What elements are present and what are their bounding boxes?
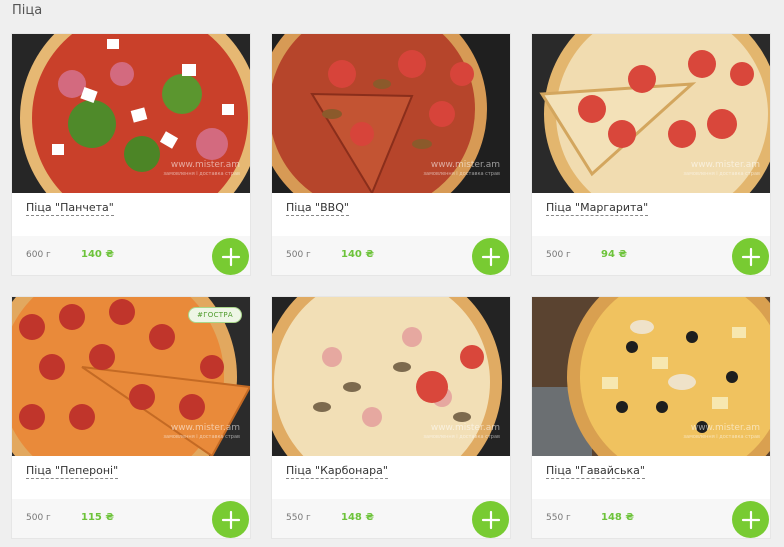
product-card-bbq[interactable]: www.mister.am замовлення і доставка стра… — [272, 34, 510, 275]
product-photo[interactable]: #ГОСТРА www.mister.am замовлення і доста… — [12, 297, 250, 456]
watermark-text: www.mister.am — [170, 423, 240, 433]
product-footer: 500 г 140 ₴ — [272, 236, 510, 275]
product-price: 140 ₴ — [81, 249, 114, 260]
product-weight: 500 г — [286, 250, 311, 260]
watermark: www.mister.am замовлення і доставка стра… — [423, 424, 500, 442]
plus-icon — [221, 247, 240, 266]
product-weight: 600 г — [26, 250, 51, 260]
watermark-text: www.mister.am — [430, 423, 500, 433]
watermark: www.mister.am замовлення і доставка стра… — [423, 161, 500, 179]
product-weight: 500 г — [26, 513, 51, 523]
plus-icon — [741, 510, 760, 529]
product-photo[interactable]: www.mister.am замовлення і доставка стра… — [12, 34, 250, 193]
watermark-subtext: замовлення і доставка страв — [163, 434, 240, 440]
watermark-subtext: замовлення і доставка страв — [683, 434, 760, 440]
product-name-link[interactable]: Піца "Карбонара" — [286, 464, 388, 479]
add-to-cart-button[interactable] — [212, 501, 249, 538]
watermark-subtext: замовлення і доставка страв — [423, 434, 500, 440]
product-photo[interactable]: www.mister.am замовлення і доставка стра… — [532, 34, 770, 193]
product-price: 140 ₴ — [341, 249, 374, 260]
product-name-link[interactable]: Піца "Панчета" — [26, 201, 114, 216]
product-card-pancheta[interactable]: www.mister.am замовлення і доставка стра… — [12, 34, 250, 275]
product-photo[interactable]: www.mister.am замовлення і доставка стра… — [272, 34, 510, 193]
watermark-text: www.mister.am — [170, 160, 240, 170]
product-photo[interactable]: www.mister.am замовлення і доставка стра… — [272, 297, 510, 456]
product-photo[interactable]: www.mister.am замовлення і доставка стра… — [532, 297, 770, 456]
plus-icon — [481, 247, 500, 266]
product-footer: 500 г 115 ₴ — [12, 499, 250, 538]
product-footer: 550 г 148 ₴ — [272, 499, 510, 538]
plus-icon — [481, 510, 500, 529]
add-to-cart-button[interactable] — [212, 238, 249, 275]
add-to-cart-button[interactable] — [472, 501, 509, 538]
section-title: Піца — [12, 3, 43, 18]
plus-icon — [221, 510, 240, 529]
product-card-carbonara[interactable]: www.mister.am замовлення і доставка стра… — [272, 297, 510, 538]
plus-icon — [741, 247, 760, 266]
watermark-subtext: замовлення і доставка страв — [683, 171, 760, 177]
add-to-cart-button[interactable] — [732, 501, 769, 538]
watermark-text: www.mister.am — [430, 160, 500, 170]
watermark-text: www.mister.am — [690, 423, 760, 433]
watermark: www.mister.am замовлення і доставка стра… — [163, 424, 240, 442]
add-to-cart-button[interactable] — [472, 238, 509, 275]
product-name-link[interactable]: Піца "Гавайська" — [546, 464, 645, 479]
watermark-text: www.mister.am — [690, 160, 760, 170]
watermark-subtext: замовлення і доставка страв — [423, 171, 500, 177]
watermark: www.mister.am замовлення і доставка стра… — [683, 161, 760, 179]
product-footer: 550 г 148 ₴ — [532, 499, 770, 538]
product-weight: 550 г — [286, 513, 311, 523]
product-name-link[interactable]: Піца "Маргарита" — [546, 201, 649, 216]
product-card-margherita[interactable]: www.mister.am замовлення і доставка стра… — [532, 34, 770, 275]
product-footer: 600 г 140 ₴ — [12, 236, 250, 275]
spicy-badge: #ГОСТРА — [188, 307, 242, 323]
product-price: 115 ₴ — [81, 512, 114, 523]
product-price: 94 ₴ — [601, 249, 627, 260]
product-card-pepperoni[interactable]: #ГОСТРА www.mister.am замовлення і доста… — [12, 297, 250, 538]
product-card-hawaiian[interactable]: www.mister.am замовлення і доставка стра… — [532, 297, 770, 538]
watermark: www.mister.am замовлення і доставка стра… — [163, 161, 240, 179]
product-name-link[interactable]: Піца "BBQ" — [286, 201, 349, 216]
product-price: 148 ₴ — [601, 512, 634, 523]
product-weight: 500 г — [546, 250, 571, 260]
product-name-link[interactable]: Піца "Пепероні" — [26, 464, 119, 479]
watermark-subtext: замовлення і доставка страв — [163, 171, 240, 177]
add-to-cart-button[interactable] — [732, 238, 769, 275]
product-footer: 500 г 94 ₴ — [532, 236, 770, 275]
product-price: 148 ₴ — [341, 512, 374, 523]
product-weight: 550 г — [546, 513, 571, 523]
watermark: www.mister.am замовлення і доставка стра… — [683, 424, 760, 442]
